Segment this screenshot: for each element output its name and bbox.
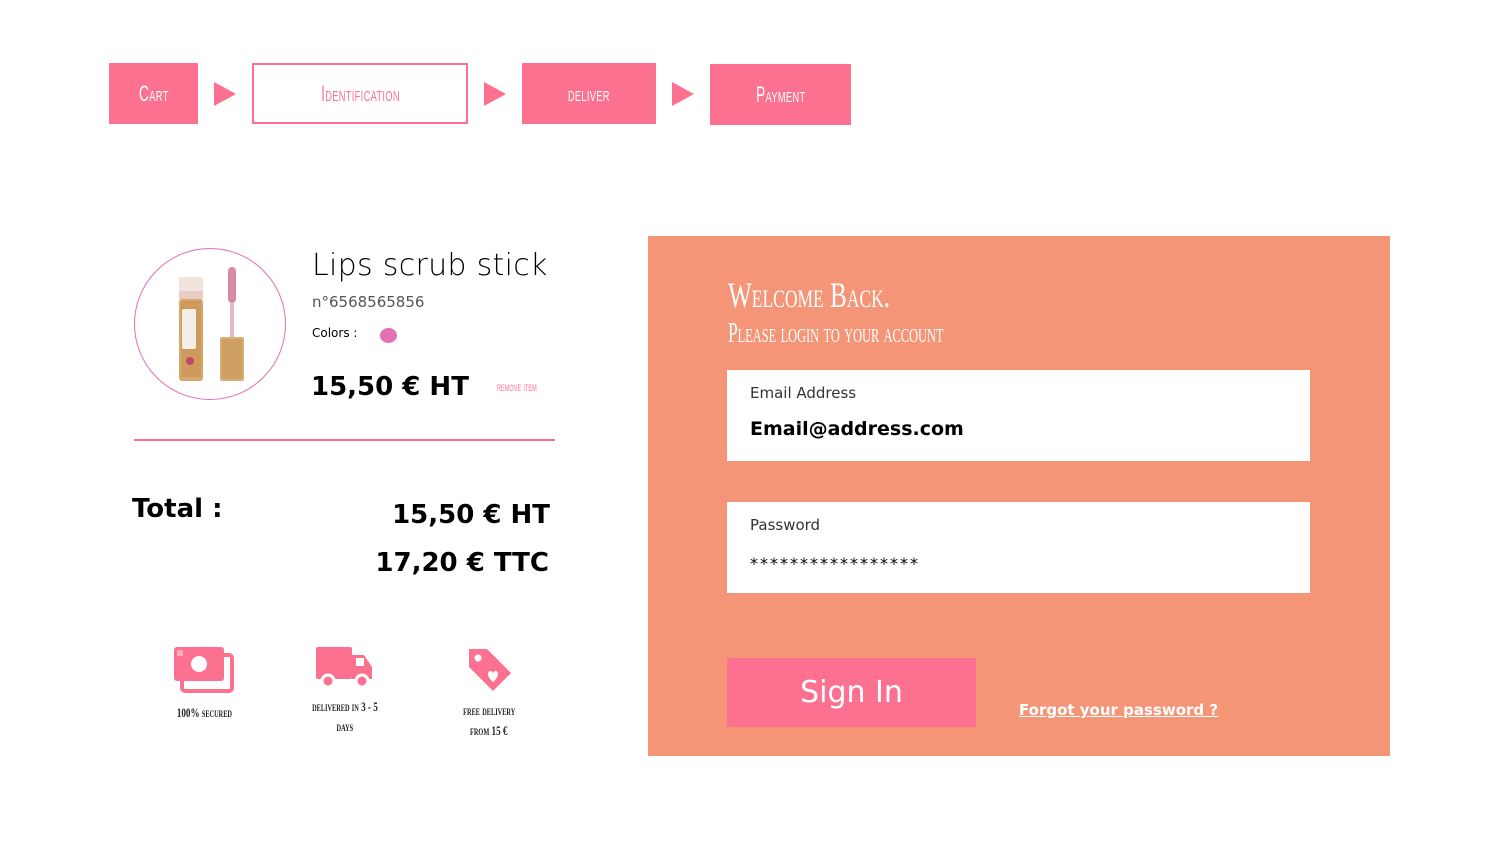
sign-in-button[interactable]: Sign In — [727, 658, 976, 727]
step-arrow-icon — [672, 82, 694, 106]
step-arrow-icon — [484, 82, 506, 106]
feature-delivery-line1: delivered in 3 - 5 — [312, 699, 378, 714]
login-subtitle-text: Please login to your account — [728, 318, 944, 349]
feature-delivery-line2: days — [336, 719, 354, 734]
product-image — [134, 248, 286, 400]
email-label: Email Address — [750, 384, 857, 402]
step-arrow-icon — [214, 82, 236, 106]
step-cart[interactable]: Cart — [109, 63, 198, 124]
step-payment[interactable]: Payment — [710, 64, 851, 125]
password-input[interactable] — [750, 554, 1290, 573]
lip-product-icon — [179, 267, 244, 381]
email-field[interactable]: Email Address — [727, 370, 1310, 461]
color-swatch[interactable] — [380, 328, 397, 343]
login-subtitle: Please login to your account — [728, 318, 1076, 350]
feature-free-delivery-line1: free delivery — [462, 703, 516, 718]
password-field[interactable]: Password — [727, 502, 1310, 593]
product-price: 15,50 € HT — [311, 372, 469, 402]
remove-item-label: remove item — [497, 379, 537, 394]
step-identification[interactable]: Identification — [252, 63, 468, 124]
product-reference: n°6568565856 — [312, 293, 425, 311]
forgot-password-link[interactable]: Forgot your password ? — [1019, 701, 1218, 719]
feature-secured: 100% secured — [134, 645, 274, 723]
login-title: Welcome Back. — [728, 274, 960, 316]
step-cart-label: Cart — [138, 80, 169, 106]
divider — [134, 439, 555, 441]
login-panel: Welcome Back. Please login to your accou… — [648, 236, 1390, 756]
step-payment-label: Payment — [755, 81, 806, 107]
money-icon — [174, 647, 234, 693]
total-ttc: 17,20 € TTC — [375, 548, 549, 578]
heart-tag-icon — [469, 649, 511, 691]
feature-delivery: delivered in 3 - 5 days — [275, 645, 415, 737]
email-input[interactable] — [750, 418, 1290, 440]
remove-item-link[interactable]: remove item — [497, 379, 561, 394]
password-label: Password — [750, 516, 821, 534]
login-title-text: Welcome Back. — [728, 275, 891, 315]
colors-label: Colors : — [312, 326, 358, 340]
step-identification-label: Identification — [320, 80, 400, 106]
truck-icon — [316, 647, 372, 689]
total-ht: 15,50 € HT — [392, 500, 550, 530]
feature-secured-label: 100% secured — [176, 705, 232, 720]
feature-free-delivery-line2: from 15 € — [470, 723, 508, 738]
total-label: Total : — [132, 494, 223, 524]
product-name: Lips scrub stick — [312, 248, 548, 283]
feature-free-delivery: free delivery from 15 € — [419, 645, 559, 741]
step-deliver-label: deliver — [568, 80, 610, 106]
step-deliver[interactable]: deliver — [522, 63, 656, 124]
